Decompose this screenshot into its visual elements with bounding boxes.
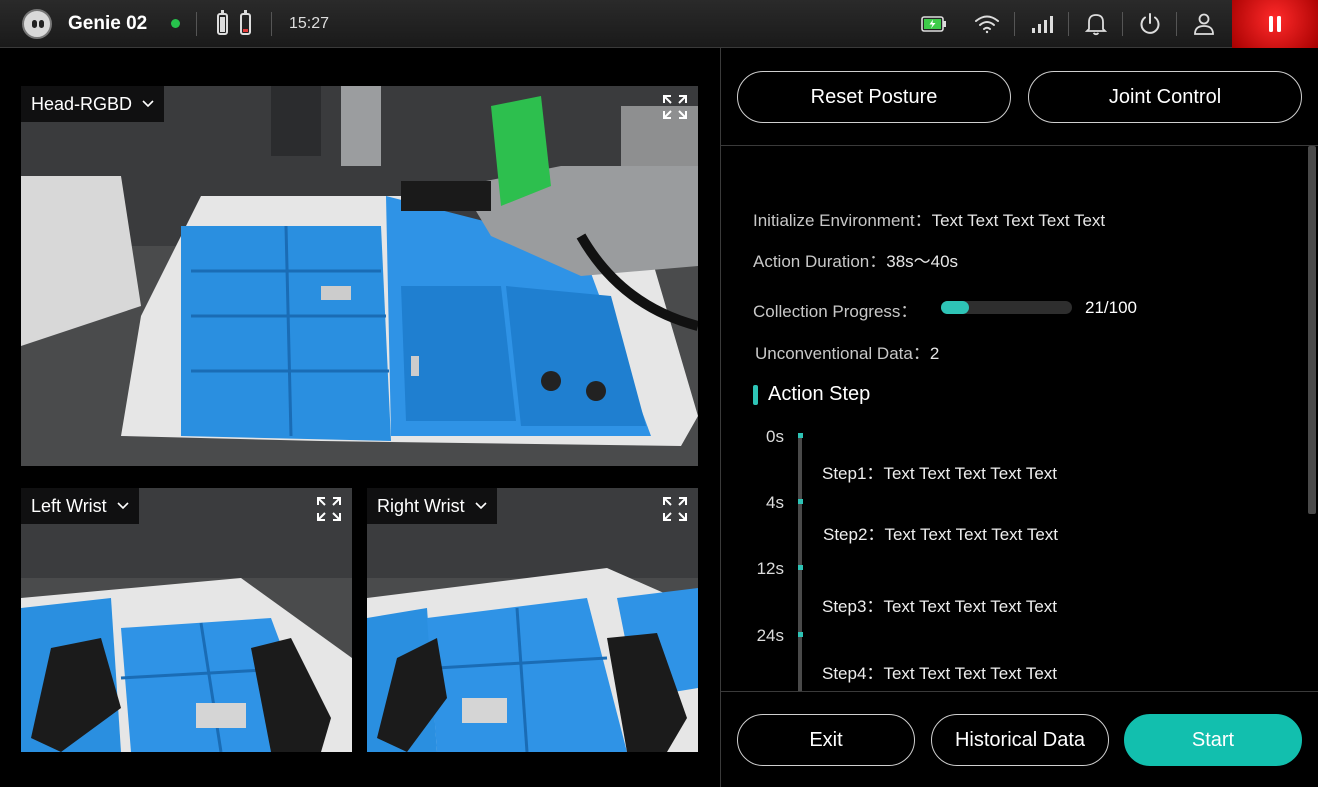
action-duration-row: Action Duration：38s～40s xyxy=(753,247,958,272)
step-text: Text Text Text Text Text xyxy=(883,597,1057,616)
divider xyxy=(196,12,197,36)
step-text: Text Text Text Text Text xyxy=(883,464,1057,483)
timeline-time: 12s xyxy=(756,559,784,578)
camera-view-head[interactable]: Head-RGBD xyxy=(21,86,698,466)
robot-face-icon xyxy=(22,9,52,39)
timeline-step: Step4：Text Text Text Text Text xyxy=(822,659,1057,684)
step-text: Text Text Text Text Text xyxy=(883,664,1057,683)
unconventional-data-label: Unconventional Data： xyxy=(755,344,930,363)
divider xyxy=(1014,12,1015,36)
action-step-heading: Action Step xyxy=(753,383,870,406)
battery-icon xyxy=(217,10,228,35)
bell-icon[interactable] xyxy=(1081,10,1111,38)
fullscreen-icon[interactable] xyxy=(662,94,688,120)
reset-posture-button[interactable]: Reset Posture xyxy=(737,71,1011,123)
collection-progress-row: Collection Progress： xyxy=(753,297,917,322)
chevron-down-icon xyxy=(475,502,487,510)
scrollbar[interactable] xyxy=(1308,146,1316,514)
unconventional-data-row: Unconventional Data：2 xyxy=(755,339,939,364)
progress-fill xyxy=(941,301,969,314)
step-label: Step3： xyxy=(822,597,884,616)
collection-progress-bar xyxy=(941,301,1072,314)
timeline-step: Step1：Text Text Text Text Text xyxy=(822,459,1057,484)
action-duration-label: Action Duration： xyxy=(753,252,887,271)
heading-accent-bar xyxy=(753,384,758,405)
timeline-marker xyxy=(798,565,803,570)
camera-selector-left-wrist[interactable]: Left Wrist xyxy=(21,488,139,524)
camera-selector-head[interactable]: Head-RGBD xyxy=(21,86,165,122)
camera-view-right-wrist[interactable]: Right Wrist xyxy=(367,488,698,752)
timeline-time: 4s xyxy=(766,493,784,512)
camera-view-left-wrist[interactable]: Left Wrist xyxy=(21,488,352,752)
step-label: Step4： xyxy=(822,664,884,683)
timeline-time: 0s xyxy=(766,427,784,446)
divider xyxy=(1176,12,1177,36)
action-duration-value: 38s～40s xyxy=(886,252,959,271)
timeline-marker xyxy=(798,433,803,438)
power-icon[interactable] xyxy=(1135,10,1165,38)
step-label: Step2： xyxy=(823,525,885,544)
timeline-step: Step2：Text Text Text Text Text xyxy=(823,520,1058,545)
start-button[interactable]: Start xyxy=(1124,714,1302,766)
init-environment-value: Text Text Text Text Text xyxy=(931,211,1106,230)
exit-button[interactable]: Exit xyxy=(737,714,915,766)
battery-low-icon xyxy=(240,10,251,35)
divider xyxy=(1068,12,1069,36)
joint-control-button[interactable]: Joint Control xyxy=(1028,71,1302,123)
charging-battery-icon xyxy=(919,10,949,38)
status-bar: Genie 02 15:27 xyxy=(0,0,1318,48)
camera-feed-image xyxy=(21,488,352,752)
chevron-down-icon xyxy=(117,502,129,510)
pause-button[interactable] xyxy=(1232,0,1318,48)
collection-progress-label: Collection Progress： xyxy=(753,302,918,321)
divider xyxy=(721,691,1318,692)
step-text: Text Text Text Text Text xyxy=(884,525,1058,544)
signal-icon xyxy=(1027,10,1057,38)
init-environment-row: Initialize Environment：Text Text Text Te… xyxy=(753,206,1105,231)
unconventional-data-value: 2 xyxy=(929,344,940,363)
user-icon[interactable] xyxy=(1189,10,1219,38)
init-environment-label: Initialize Environment： xyxy=(753,211,932,230)
action-step-title: Action Step xyxy=(768,383,871,405)
step-label: Step1： xyxy=(822,464,884,483)
timeline-marker xyxy=(798,632,803,637)
timeline-step: Step3：Text Text Text Text Text xyxy=(822,592,1057,617)
collection-progress-text: 21/100 xyxy=(1085,298,1137,317)
divider xyxy=(1122,12,1123,36)
timeline-time: 24s xyxy=(756,626,784,645)
historical-data-button[interactable]: Historical Data xyxy=(931,714,1109,766)
online-status-dot xyxy=(171,19,180,28)
clock: 15:27 xyxy=(289,15,330,32)
timeline-track xyxy=(798,435,802,691)
divider xyxy=(721,145,1318,146)
fullscreen-icon[interactable] xyxy=(316,496,342,522)
camera-label: Head-RGBD xyxy=(31,93,133,114)
divider xyxy=(271,12,272,36)
camera-label: Left Wrist xyxy=(31,495,107,516)
camera-selector-right-wrist[interactable]: Right Wrist xyxy=(367,488,497,524)
robot-name: Genie 02 xyxy=(68,13,148,34)
wifi-icon[interactable] xyxy=(972,10,1002,38)
camera-label: Right Wrist xyxy=(377,495,465,516)
pause-icon xyxy=(1269,16,1281,32)
chevron-down-icon xyxy=(142,100,154,108)
timeline-marker xyxy=(798,499,803,504)
camera-feed-image xyxy=(367,488,698,752)
panel-divider xyxy=(720,48,721,787)
camera-feed-image xyxy=(21,86,698,466)
fullscreen-icon[interactable] xyxy=(662,496,688,522)
